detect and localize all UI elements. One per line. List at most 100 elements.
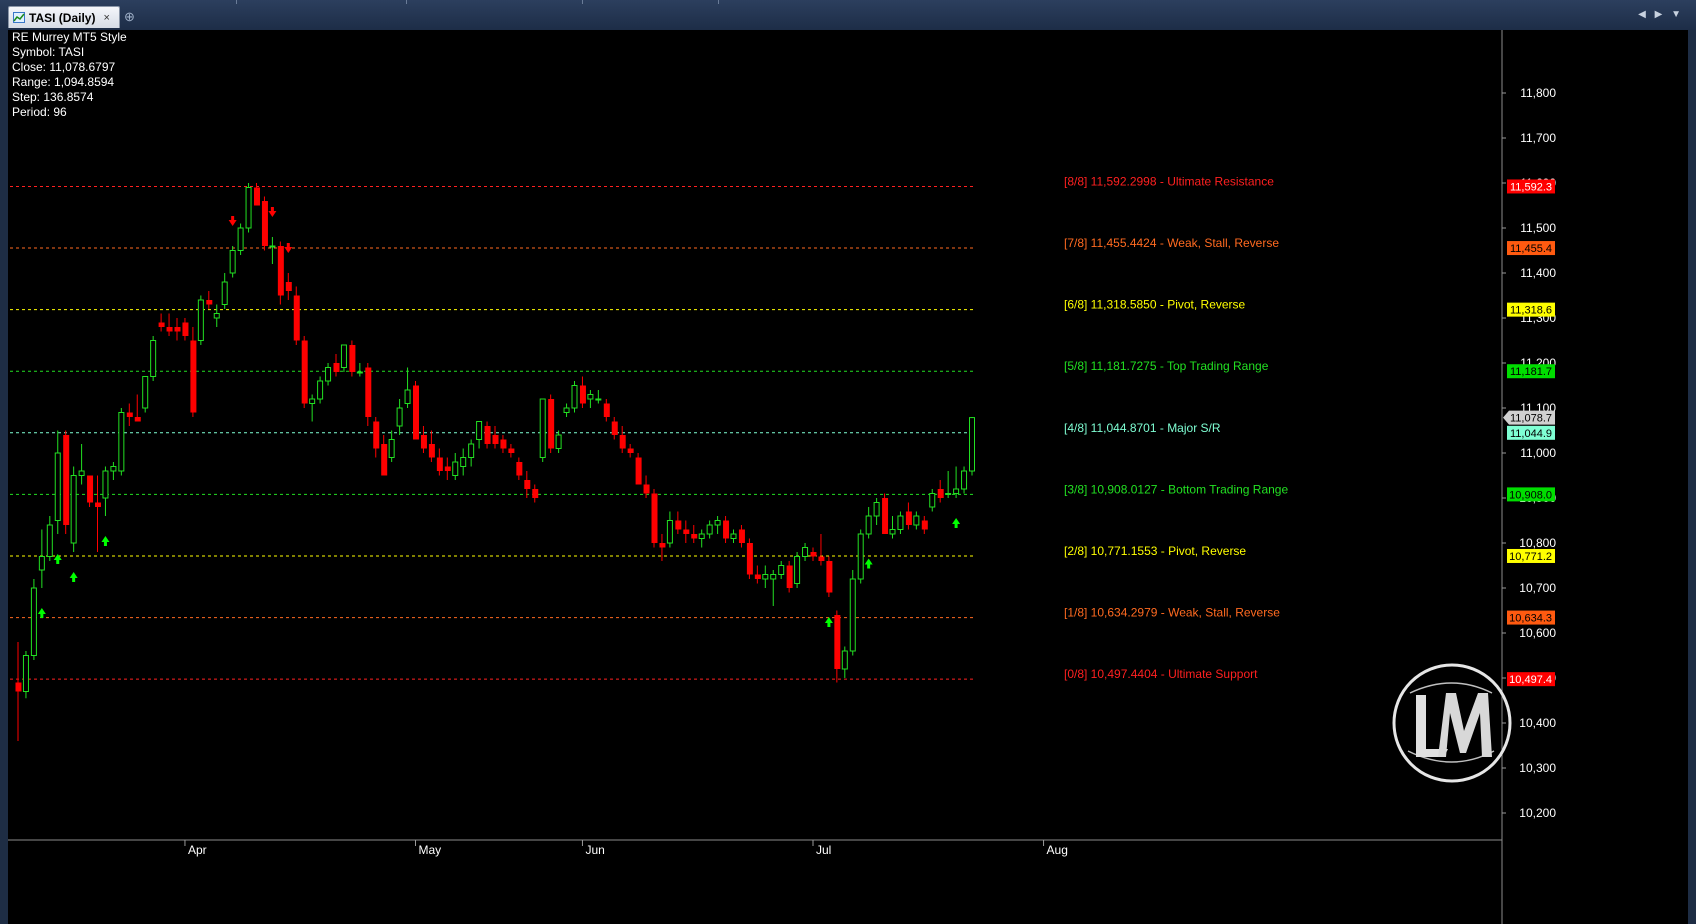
candle-body-bear — [921, 520, 928, 530]
candle-body-bear — [651, 493, 658, 543]
murrey-level-label: [1/8] 10,634.2979 - Weak, Stall, Reverse — [1064, 606, 1280, 620]
candle-body-bear — [818, 556, 825, 561]
candle-body-bull — [118, 412, 125, 472]
candle-body-bull — [309, 398, 316, 404]
candle-body-bull — [78, 470, 85, 476]
level-price-tag-label: 11,044.9 — [1510, 428, 1552, 440]
candle-body-bull — [476, 421, 483, 440]
candle-body-bear — [444, 466, 451, 471]
candle-body-bull — [213, 313, 220, 319]
candle-body-bear — [882, 498, 889, 534]
candle-body-bear — [754, 574, 761, 579]
candle-body-bull — [237, 227, 244, 251]
level-price-tag-label: 10,908.0 — [1509, 489, 1552, 501]
level-price-tag-label: 11,181.7 — [1510, 366, 1552, 378]
candle-body-bear — [548, 399, 555, 449]
price-chart[interactable]: 10,20010,30010,40010,50010,60010,70010,8… — [8, 30, 1688, 924]
chart-window: 10,20010,30010,40010,50010,60010,70010,8… — [8, 30, 1688, 924]
candle-body-bear — [301, 340, 308, 404]
level-price-tag-label: 10,497.4 — [1509, 674, 1552, 686]
candle-body-bull — [571, 385, 578, 409]
candle-body-bear — [627, 448, 634, 453]
candle-body-bear — [285, 282, 292, 291]
y-tick-label: 11,400 — [1520, 266, 1556, 280]
candle-body-bear — [95, 502, 101, 507]
candle-body-bear — [834, 615, 841, 669]
candle-body-bear — [277, 246, 284, 296]
candle-body-bull — [794, 556, 801, 584]
x-month-label: Jun — [585, 843, 604, 857]
candle-body-bear — [126, 412, 133, 417]
murrey-level-label: [0/8] 10,497.4404 - Ultimate Support — [1064, 667, 1258, 681]
candle-body-bull — [396, 407, 403, 427]
titlebar-divider — [236, 0, 237, 4]
chart-background — [8, 30, 1688, 924]
level-price-tag-label: 11,592.3 — [1510, 181, 1552, 193]
candle-body-bull — [969, 417, 975, 472]
vertical-scrollbar[interactable] — [1688, 30, 1696, 924]
candle-body-bear — [579, 385, 586, 404]
title-bar: TASI (Daily) × ⊕ ◀ ▶ ▼ — [0, 0, 1696, 30]
candle-body-bear — [603, 403, 610, 417]
level-price-tag-label: 10,634.3 — [1509, 613, 1552, 625]
candle-body-bull — [197, 299, 204, 341]
candle-body-bull — [142, 376, 149, 409]
tab-list-icon[interactable]: ▼ — [1671, 9, 1684, 20]
y-tick-label: 10,800 — [1519, 536, 1556, 550]
tab-tasi-daily[interactable]: TASI (Daily) × — [8, 6, 120, 28]
close-tab-icon[interactable]: × — [103, 12, 109, 24]
candle-body-bear — [691, 534, 698, 539]
murrey-level-label: [8/8] 11,592.2998 - Ultimate Resistance — [1064, 174, 1274, 188]
candle-body-bull — [46, 524, 53, 557]
candle-body-bear — [611, 421, 618, 435]
candle-body-bear — [413, 385, 419, 440]
candle-body-bear — [261, 201, 268, 246]
y-tick-label: 11,000 — [1520, 446, 1556, 460]
candle-body-bull — [563, 407, 570, 413]
titlebar-divider — [582, 0, 583, 4]
tab-title: TASI (Daily) — [29, 10, 96, 25]
scroll-left-icon[interactable]: ◀ — [1638, 9, 1649, 20]
candle-body-bull — [356, 371, 363, 374]
y-tick-label: 10,300 — [1519, 761, 1556, 775]
x-month-label: May — [419, 843, 442, 857]
indicator-info-panel: RE Murrey MT5 Style Symbol: TASI Close: … — [12, 30, 127, 120]
candle-body-bull — [849, 578, 856, 652]
candle-body-bull — [150, 340, 157, 377]
candle-body-bear — [810, 552, 817, 557]
candle-body-bear — [937, 489, 944, 498]
candle-body-bull — [714, 520, 721, 526]
scroll-right-icon[interactable]: ▶ — [1655, 9, 1666, 20]
info-period: Period: 96 — [12, 105, 67, 119]
new-tab-icon[interactable]: ⊕ — [124, 9, 135, 25]
y-tick-label: 10,400 — [1519, 716, 1556, 730]
candle-body-bear — [420, 435, 427, 449]
candle-body-bull — [54, 452, 61, 521]
tab-navigation: ◀ ▶ ▼ — [1638, 9, 1684, 20]
murrey-level-label: [5/8] 11,181.7275 - Top Trading Range — [1064, 359, 1269, 373]
candle-body-bear — [436, 457, 443, 471]
candle-body-bull — [666, 520, 673, 544]
candle-body-bear — [63, 435, 70, 525]
candle-body-bear — [333, 363, 340, 372]
candle-body-bear — [365, 367, 372, 417]
candle-body-bull — [961, 470, 968, 490]
candle-body-bear — [508, 448, 515, 453]
candle-body-bear — [683, 529, 690, 534]
candle-body-bear — [15, 682, 22, 692]
info-range: Range: 1,094.8594 — [12, 75, 115, 89]
x-month-label: Jul — [816, 843, 831, 857]
candle-body-bull — [953, 488, 960, 494]
level-price-tag-label: 11,318.6 — [1510, 305, 1552, 317]
last-price-label: 11,078.7 — [1510, 413, 1552, 425]
titlebar-divider — [406, 0, 407, 4]
candle-body-bull — [802, 547, 809, 557]
level-price-tag-label: 10,771.2 — [1509, 551, 1552, 563]
info-step: Step: 136.8574 — [12, 90, 94, 104]
candle-body-bull — [865, 515, 872, 535]
candle-body-bear — [158, 322, 165, 327]
murrey-level-label: [4/8] 11,044.8701 - Major S/R — [1064, 421, 1221, 435]
candle-body-bull — [555, 434, 562, 449]
candle-body-bear — [428, 444, 435, 458]
murrey-level-label: [6/8] 11,318.5850 - Pivot, Reverse — [1064, 298, 1246, 312]
